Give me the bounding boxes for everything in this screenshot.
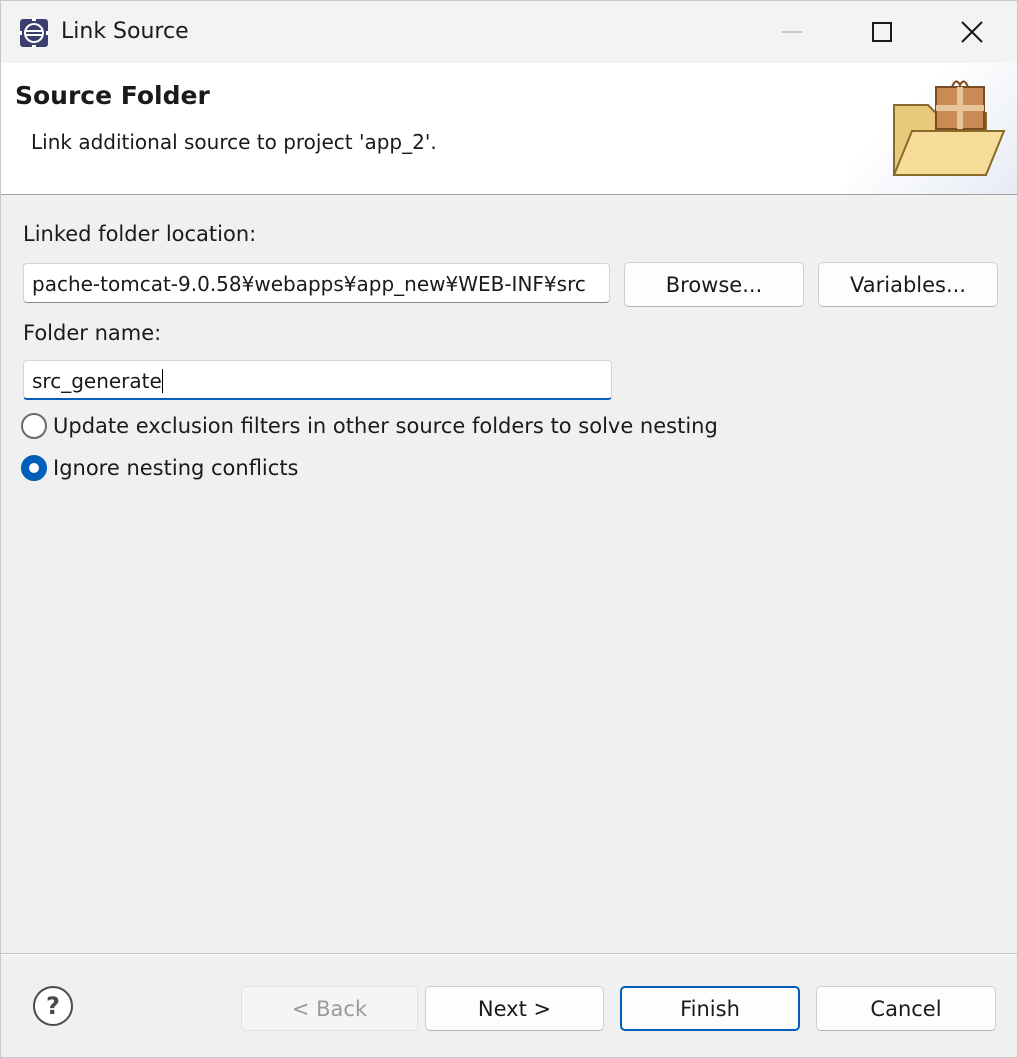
- linked-folder-location-label: Linked folder location:: [23, 222, 257, 246]
- radio-update-exclusion-filters[interactable]: Update exclusion filters in other source…: [21, 411, 718, 441]
- variables-button[interactable]: Variables...: [818, 262, 998, 307]
- title-bar: Link Source: [1, 1, 1017, 63]
- linked-folder-location-value: pache-tomcat-9.0.58¥webapps¥app_new¥WEB-…: [32, 272, 586, 296]
- finish-button[interactable]: Finish: [620, 986, 800, 1031]
- folder-name-label: Folder name:: [23, 321, 162, 345]
- radio-label: Ignore nesting conflicts: [53, 456, 299, 480]
- folder-package-icon: [892, 80, 1006, 176]
- wizard-banner: Source Folder Link additional source to …: [1, 63, 1017, 195]
- svg-text:?: ?: [46, 992, 60, 1020]
- link-source-dialog: Link Source Source Folder Link additiona…: [0, 0, 1018, 1058]
- next-button[interactable]: Next >: [425, 986, 604, 1031]
- browse-button[interactable]: Browse...: [624, 262, 804, 307]
- radio-checked-icon[interactable]: [21, 455, 47, 481]
- window-title: Link Source: [61, 19, 189, 44]
- folder-name-value: src_generate: [32, 369, 162, 393]
- linked-folder-location-input[interactable]: pache-tomcat-9.0.58¥webapps¥app_new¥WEB-…: [23, 263, 610, 303]
- folder-name-input[interactable]: src_generate: [23, 360, 612, 400]
- radio-label: Update exclusion filters in other source…: [53, 414, 718, 438]
- eclipse-app-icon: [19, 18, 49, 48]
- footer-separator-highlight: [1, 954, 1017, 955]
- back-button[interactable]: < Back: [241, 986, 418, 1031]
- page-description: Link additional source to project 'app_2…: [31, 130, 437, 154]
- page-title: Source Folder: [15, 81, 210, 110]
- cancel-button[interactable]: Cancel: [816, 986, 996, 1031]
- minimize-icon: [782, 31, 802, 33]
- radio-ignore-nesting-conflicts[interactable]: Ignore nesting conflicts: [21, 453, 299, 483]
- minimize-button[interactable]: [747, 1, 837, 63]
- text-caret: [161, 369, 163, 393]
- maximize-icon: [872, 22, 892, 42]
- close-icon: [961, 21, 983, 43]
- radio-unchecked-icon[interactable]: [21, 413, 47, 439]
- close-button[interactable]: [927, 1, 1017, 63]
- maximize-button[interactable]: [837, 1, 927, 63]
- help-icon[interactable]: ?: [32, 985, 74, 1027]
